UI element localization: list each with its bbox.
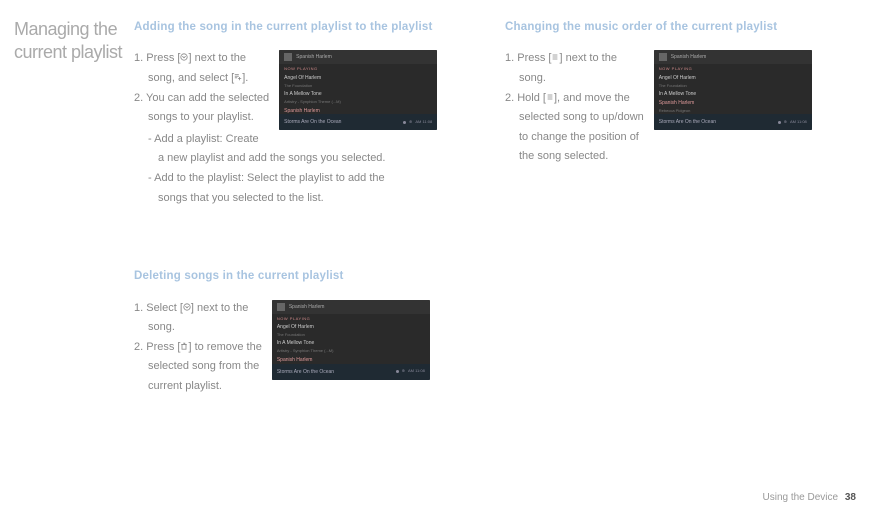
section2-body: 1. Press [ ] next to the song. 2. Hold []… [505,50,644,168]
s2-step1-l2: song. [505,70,644,88]
s2-step1b: ] next to the [559,52,616,64]
s1-step1-l2b: ]. [242,72,248,84]
s1-step2: 2. You can add the selected [134,90,269,108]
s3-step1b: ] next to the [191,302,248,314]
s1-step1b: ] next to the [188,52,245,64]
s1-b1a: - Add a playlist: Create [134,131,485,149]
s2-step2-l2: selected song to up/down [505,109,644,127]
s1-b2: - Add to the playlist: Select the playli… [134,170,485,188]
s1-b1b: a new playlist and add the songs you sel… [134,150,485,168]
section3-body: 1. Select [ ] next to the song. 2. Press … [134,300,262,398]
trash-icon [180,342,188,350]
s2-step2a: 2. Hold [ [505,92,546,104]
s3-step2a: 2. Press [ [134,341,180,353]
s1-b2b: songs that you selected to the list. [134,190,485,208]
s3-step1-l2: song. [134,319,262,337]
section-title-order: Changing the music order of the current … [505,18,856,36]
section-title-delete: Deleting songs in the current playlist [134,267,485,285]
s1-step2-l2: songs to your playlist. [134,109,269,127]
page-number: 38 [845,492,856,503]
s3-step1a: 1. Select [ [134,302,183,314]
footer-label: Using the Device [763,492,839,503]
section-title-add: Adding the song in the current playlist … [134,18,485,36]
list-icon [551,53,559,61]
s1-step1-l2a: song, and select [ [148,72,234,84]
s1-step1a: 1. Press [ [134,52,180,64]
sidebar-title: Managing the current playlist [14,18,124,400]
section1-body-cont: - Add a playlist: Create a new playlist … [134,131,485,207]
add-playlist-icon [234,73,242,81]
screenshot-add-playlist: Spanish Harlem NOW PLAYING Angel Of Harl… [279,50,437,130]
screenshot-reorder-song: Spanish Harlem NOW PLAYING Angel Of Harl… [654,50,812,130]
s2-step2-l3: to change the position of [505,129,644,147]
list-icon [546,93,554,101]
expand-circle-icon [183,303,191,311]
screenshot-delete-song: Spanish Harlem NOW PLAYING Angel Of Harl… [272,300,430,380]
section1-body: 1. Press [ ] next to the song, and select… [134,50,269,128]
s3-step2-l3: current playlist. [134,378,262,396]
s2-step2b: ], and move the [554,92,630,104]
s2-step2-l4: the song selected. [505,148,644,166]
s2-step1a: 1. Press [ [505,52,551,64]
s3-step2b: ] to remove the [188,341,261,353]
expand-circle-icon [180,53,188,61]
s3-step2-l2: selected song from the [134,358,262,376]
page-footer: Using the Device 38 [763,490,857,506]
